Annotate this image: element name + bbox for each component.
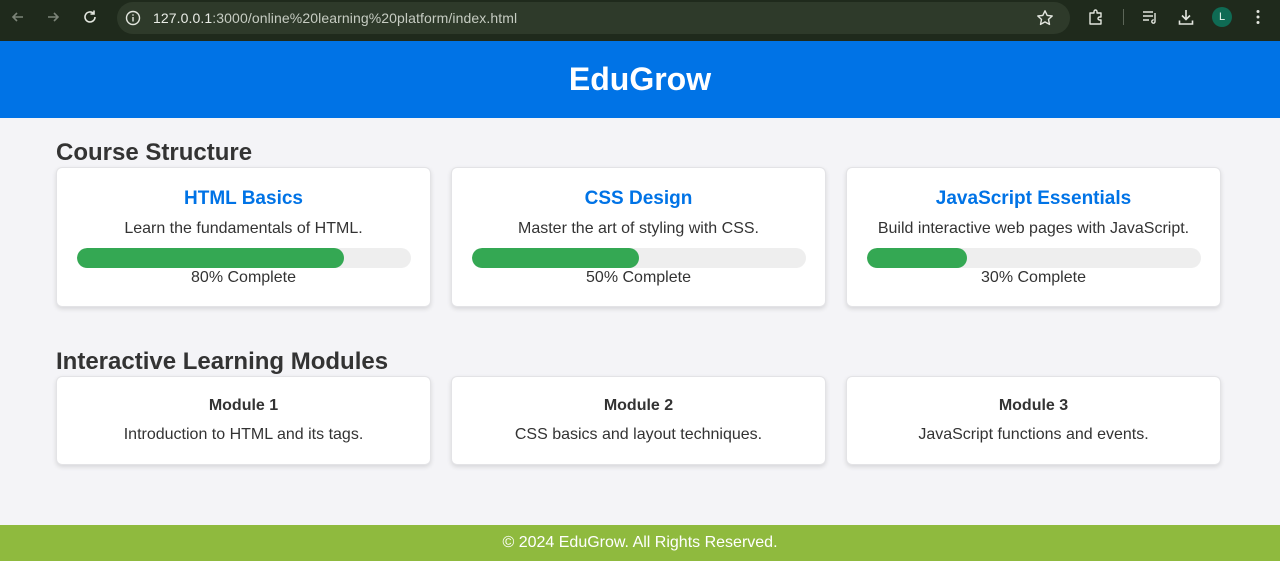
site-title: EduGrow — [568, 61, 712, 97]
site-footer: © 2024 EduGrow. All Rights Reserved. — [0, 525, 1280, 561]
address-bar[interactable]: 127.0.0.1:3000/online%20learning%20platf… — [117, 2, 1070, 34]
module-description: Introduction to HTML and its tags. — [123, 426, 364, 443]
browser-toolbar: 127.0.0.1:3000/online%20learning%20platf… — [0, 0, 1280, 41]
site-info-icon[interactable] — [125, 10, 141, 26]
site-header: EduGrow — [0, 41, 1280, 118]
progress-label: 80% Complete — [191, 269, 296, 286]
progress-bar — [77, 248, 411, 268]
progress-bar — [867, 248, 1201, 268]
bookmark-star-icon[interactable] — [1036, 9, 1054, 27]
course-card-javascript: JavaScript Essentials Build interactive … — [846, 167, 1221, 307]
course-card-css: CSS Design Master the art of styling wit… — [451, 167, 826, 307]
forward-icon[interactable] — [43, 7, 63, 27]
module-title: Module 1 — [208, 397, 279, 414]
progress-label: 50% Complete — [586, 269, 691, 286]
modules-heading: Interactive Learning Modules — [56, 348, 389, 375]
profile-initial: L — [1218, 11, 1226, 23]
module-card-3[interactable]: Module 3 JavaScript functions and events… — [846, 376, 1221, 465]
module-card-2[interactable]: Module 2 CSS basics and layout technique… — [451, 376, 826, 465]
extensions-icon[interactable] — [1087, 8, 1105, 26]
module-description: JavaScript functions and events. — [918, 426, 1149, 443]
course-description: Learn the fundamentals of HTML. — [124, 220, 363, 237]
progress-bar — [472, 248, 806, 268]
toolbar-divider — [1123, 9, 1124, 25]
module-card-1[interactable]: Module 1 Introduction to HTML and its ta… — [56, 376, 431, 465]
progress-fill — [472, 248, 639, 268]
course-description: Build interactive web pages with JavaScr… — [877, 220, 1190, 237]
progress-fill — [77, 248, 345, 268]
course-description: Master the art of styling with CSS. — [518, 220, 759, 237]
module-title: Module 3 — [998, 397, 1069, 414]
course-title[interactable]: HTML Basics — [57, 188, 430, 210]
back-icon[interactable] — [8, 7, 28, 27]
menu-icon[interactable] — [1249, 8, 1267, 26]
course-card-html: HTML Basics Learn the fundamentals of HT… — [56, 167, 431, 307]
reload-icon[interactable] — [80, 7, 100, 27]
progress-label: 30% Complete — [981, 269, 1086, 286]
course-title[interactable]: JavaScript Essentials — [847, 188, 1220, 210]
download-icon[interactable] — [1177, 8, 1195, 26]
url-text: 127.0.0.1:3000/online%20learning%20platf… — [153, 10, 518, 26]
course-title[interactable]: CSS Design — [452, 188, 825, 210]
profile-avatar[interactable]: L — [1212, 7, 1232, 27]
module-description: CSS basics and layout techniques. — [514, 426, 763, 443]
course-structure-heading: Course Structure — [56, 139, 253, 166]
module-title: Module 2 — [603, 397, 674, 414]
footer-copyright: © 2024 EduGrow. All Rights Reserved. — [502, 534, 778, 551]
progress-fill — [867, 248, 968, 268]
reading-list-icon[interactable] — [1141, 8, 1159, 26]
